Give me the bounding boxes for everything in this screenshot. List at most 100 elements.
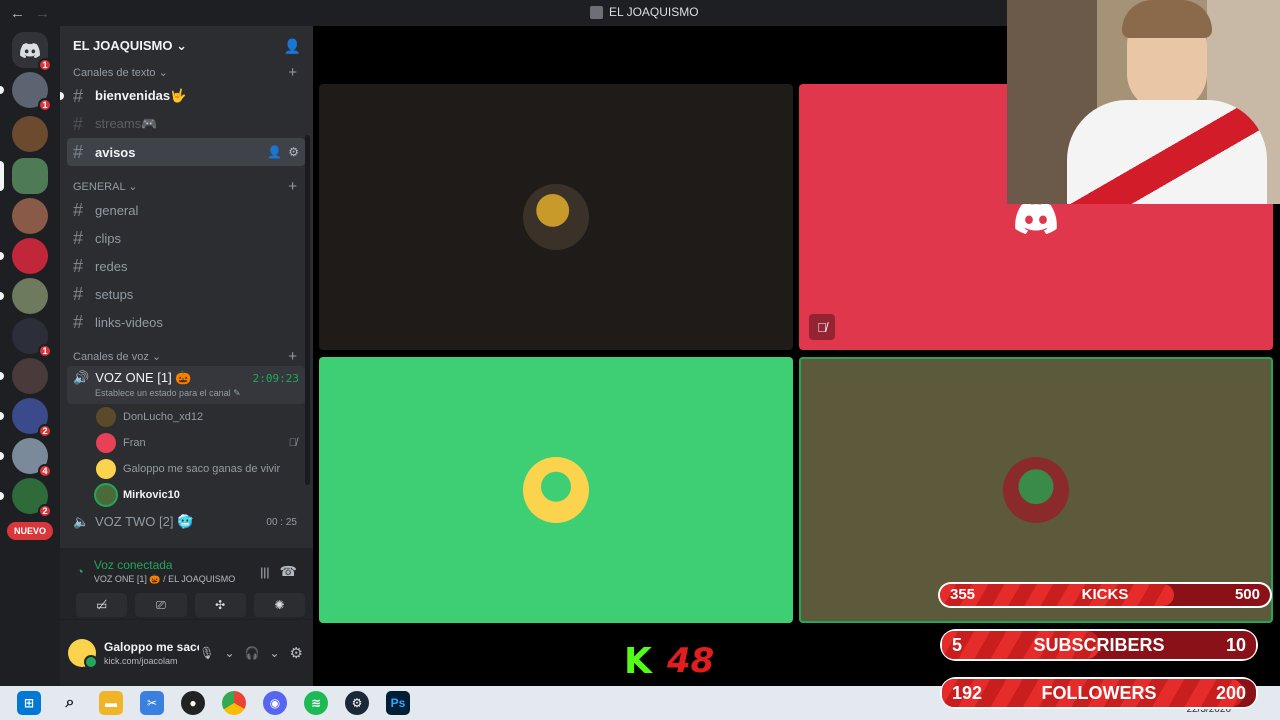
unread-badge: 4	[38, 464, 52, 478]
new-servers-label[interactable]: NUEVO	[7, 522, 53, 540]
server-icon-10[interactable]: 4	[0, 438, 52, 478]
chevron-down-icon: ⌄	[176, 38, 187, 53]
category-label: Canales de texto	[73, 66, 156, 79]
scrollbar[interactable]	[305, 135, 310, 485]
unread-badge: 2	[38, 424, 52, 438]
avatar	[523, 184, 589, 250]
tile-galoppo[interactable]	[319, 357, 793, 623]
server-icon-5[interactable]	[0, 238, 48, 274]
server-icon-2[interactable]	[12, 116, 48, 152]
server-icon-8[interactable]	[0, 358, 48, 394]
channel-label: general	[95, 202, 139, 218]
server-icon-7[interactable]: 1	[12, 318, 52, 358]
channel-label: redes	[95, 258, 128, 274]
server-icon-3[interactable]	[0, 158, 48, 194]
spotify-icon[interactable]: ≋	[304, 691, 328, 715]
discord-logo-icon	[1015, 202, 1057, 234]
channel-setups[interactable]: # setups	[67, 280, 305, 308]
screen-share-icon: ⎚	[156, 597, 166, 612]
hash-icon: #	[73, 113, 84, 134]
voice-timer: 2:09:23	[252, 372, 299, 385]
noise-suppression-icon[interactable]: |||	[260, 565, 269, 579]
voice-status-subtitle[interactable]: VOZ ONE [1] 🎃 / EL JOAQUISMO	[94, 574, 250, 585]
voice-user[interactable]: DonLucho_xd12	[96, 404, 313, 430]
voice-user[interactable]: Fran 🎙̸	[96, 430, 313, 456]
hash-icon: #	[73, 311, 84, 332]
microphone-icon[interactable]: 🎙	[199, 646, 214, 660]
unread-pill	[0, 86, 4, 94]
channel-bienvenidas[interactable]: # bienvenidas🤟	[60, 82, 305, 110]
category-general[interactable]: GENERAL ⌄ +	[60, 176, 313, 196]
goal-target: 10	[1225, 635, 1246, 655]
search-icon[interactable]: ⌕	[58, 691, 82, 715]
user-info[interactable]: Galoppo me saco ... kick.com/joacolam	[104, 640, 199, 666]
channel-links-videos[interactable]: # links-videos	[67, 308, 305, 336]
add-channel-icon[interactable]: +	[288, 348, 297, 365]
chevron-down-icon[interactable]: ⌄	[269, 646, 279, 660]
voice-user[interactable]: Galoppo me saco ganas de vivir	[96, 456, 313, 482]
steam-icon[interactable]: ⚙	[345, 691, 369, 715]
user-name: Galoppo me saco ...	[104, 640, 199, 654]
soundboard-button[interactable]: ✺	[253, 593, 305, 617]
back-arrow-icon[interactable]: ←	[10, 5, 25, 22]
channel-label: setups	[95, 286, 134, 302]
channel-label: clips	[95, 230, 122, 246]
snipping-tool-icon[interactable]: ✂	[140, 691, 164, 715]
gear-icon[interactable]: ⚙	[290, 644, 303, 662]
followers-goal-bar: 192 FOLLOWERS 200	[940, 677, 1258, 709]
server-icon-1[interactable]: 1	[0, 72, 52, 112]
channel-general[interactable]: # general	[67, 196, 305, 224]
voice-user-name: Mirkovic10	[123, 489, 180, 501]
streamer-hair	[1122, 0, 1212, 38]
server-icon-6[interactable]	[0, 278, 48, 314]
channel-streams[interactable]: # streams🎮	[67, 110, 305, 138]
webcam-overlay	[1007, 0, 1280, 204]
windows-start-icon[interactable]: ⊞	[17, 691, 41, 715]
channel-avisos[interactable]: # avisos 👤 ⚙	[67, 138, 305, 166]
channel-sidebar: EL JOAQUISMO ⌄ 👤 Canales de texto ⌄ + # …	[60, 26, 313, 686]
voice-user-name: Galoppo me saco ganas de vivir	[123, 463, 281, 475]
server-icon-4[interactable]	[12, 198, 48, 234]
gear-icon[interactable]: ⚙	[288, 145, 299, 159]
activities-button[interactable]: ✣	[194, 593, 246, 617]
voice-channel-one[interactable]: 🔊 VOZ ONE [1] 🎃 2:09:23 Establece un est…	[67, 366, 305, 404]
tile-donlucho[interactable]	[319, 84, 793, 350]
voice-channel-two[interactable]: 🔈 VOZ TWO [2] 🥶 00 : 25	[67, 512, 305, 532]
discord-icon[interactable]: ◉	[263, 691, 287, 715]
channel-clips[interactable]: # clips	[67, 224, 305, 252]
invite-icon[interactable]: 👤	[267, 145, 282, 159]
channel-status-prompt[interactable]: Establece un estado para el canal ✎	[95, 388, 299, 399]
avatar	[96, 433, 116, 453]
photoshop-icon[interactable]: Ps	[386, 691, 410, 715]
forward-arrow-icon[interactable]: →	[35, 5, 50, 22]
goal-label: SUBSCRIBERS	[1033, 635, 1165, 655]
voice-user-name: DonLucho_xd12	[123, 411, 204, 423]
voice-user[interactable]: Mirkovic10	[96, 482, 313, 508]
channel-redes[interactable]: # redes	[67, 252, 305, 280]
chevron-down-icon[interactable]: ⌄	[224, 646, 234, 660]
disconnect-icon[interactable]: ☎	[280, 563, 297, 580]
server-icon-9[interactable]: 2	[0, 398, 52, 438]
camera-button[interactable]: ▭̸	[76, 593, 128, 617]
activities-icon: ✣	[215, 598, 226, 612]
add-member-icon[interactable]: 👤	[284, 38, 301, 55]
server-icon-11[interactable]: 2	[0, 478, 52, 518]
mic-muted-icon: 🎙̸	[288, 437, 297, 449]
screen-share-button[interactable]: ⎚	[135, 593, 187, 617]
guild-header[interactable]: EL JOAQUISMO ⌄ 👤	[60, 26, 313, 66]
obs-icon[interactable]: ●	[181, 691, 205, 715]
user-avatar[interactable]	[68, 639, 98, 669]
file-explorer-icon[interactable]: ▬	[99, 691, 123, 715]
discord-home-icon[interactable]: 1	[12, 32, 52, 72]
category-text[interactable]: Canales de texto ⌄ +	[60, 62, 313, 82]
add-channel-icon[interactable]: +	[288, 178, 297, 195]
server-list: 1 1 1 2 4 2 NUEVO	[0, 26, 60, 686]
headphones-icon[interactable]: 🎧	[245, 646, 260, 660]
signal-icon[interactable]: ◔	[76, 564, 84, 579]
add-channel-icon[interactable]: +	[288, 64, 297, 81]
category-voice[interactable]: Canales de voz ⌄ +	[60, 346, 313, 366]
chrome-icon[interactable]	[222, 691, 246, 715]
server-icon	[590, 5, 603, 19]
unread-pill	[0, 412, 4, 420]
unread-pill	[0, 452, 4, 460]
